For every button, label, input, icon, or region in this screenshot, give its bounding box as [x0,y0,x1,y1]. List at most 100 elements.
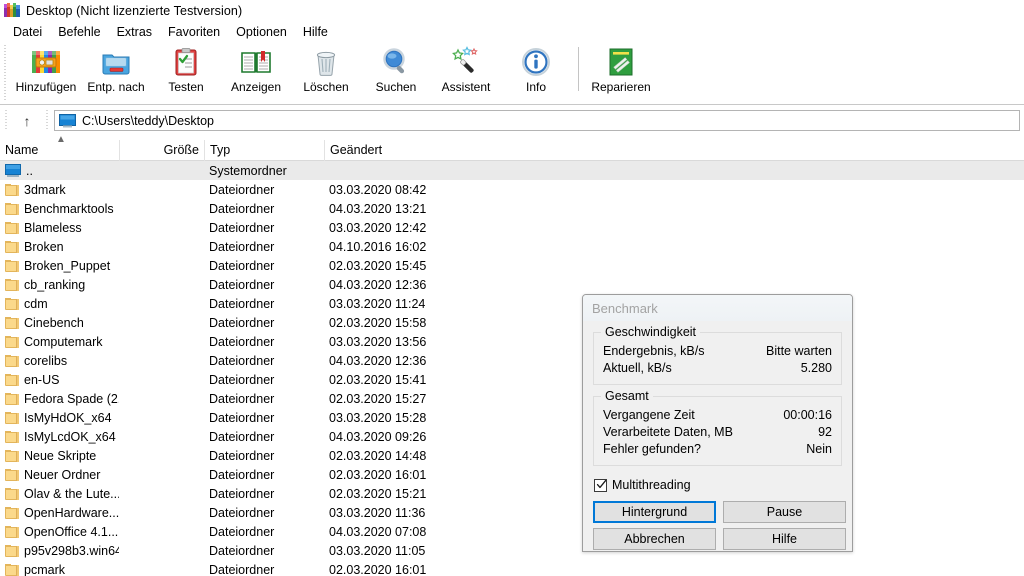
table-row[interactable]: Olav & the Lute... Dateiordner 02.03.2020 … [0,484,1024,503]
pause-button[interactable]: Pause [723,501,846,523]
table-row[interactable]: .. Systemordner [0,161,1024,180]
table-row[interactable]: 3dmark Dateiordner 03.03.2020 08:42 [0,180,1024,199]
speed-group-legend: Geschwindigkeit [601,325,701,339]
menu-item-hilfe[interactable]: Hilfe [295,23,336,41]
info-circle-icon [520,46,552,78]
toolbar-button-loeschen[interactable]: Löschen [291,42,361,100]
toolbar-button-anzeigen[interactable]: Anzeigen [221,42,291,100]
toolbar-grip[interactable] [2,45,9,101]
folder-icon [5,487,19,500]
table-row[interactable]: IsMyHdOK_x64 Dateiordner 03.03.2020 15:28 [0,408,1024,427]
menu-item-favoriten[interactable]: Favoriten [160,23,228,41]
wizard-wand-icon [450,46,482,78]
table-row[interactable]: OpenOffice 4.1.... Dateiordner 04.03.2020 … [0,522,1024,541]
table-row[interactable]: Computemark Dateiordner 03.03.2020 13:56 [0,332,1024,351]
cell-name: Neuer Ordner [0,468,119,482]
dialog-title-bar[interactable]: Benchmark [583,295,852,321]
toolbar-button-hinzufuegen[interactable]: Hinzufügen [11,42,81,100]
cell-type: Dateiordner [209,277,275,292]
file-name-text: cdm [24,296,48,311]
file-name-text: en-US [24,372,60,387]
table-row[interactable]: Neue Skripte Dateiordner 02.03.2020 14:48 [0,446,1024,465]
table-row[interactable]: cb_ranking Dateiordner 04.03.2020 12:36 [0,275,1024,294]
file-list-header: Name ▲ Größe Typ Geändert [0,134,1024,161]
folder-icon [5,297,19,310]
toolbar-label: Entp. nach [87,80,145,94]
folder-icon [5,373,19,386]
table-row[interactable]: corelibs Dateiordner 04.03.2020 12:36 [0,351,1024,370]
toolbar-button-assistent[interactable]: Assistent [431,42,501,100]
cell-type: Dateiordner [209,182,275,197]
up-arrow-icon: ↑ [23,112,31,129]
table-row[interactable]: Cinebench Dateiordner 02.03.2020 15:58 [0,313,1024,332]
column-header-type[interactable]: Typ [204,139,324,161]
table-row[interactable]: Broken Dateiordner 04.10.2016 16:02 [0,237,1024,256]
table-row[interactable]: en-US Dateiordner 02.03.2020 15:41 [0,370,1024,389]
table-row[interactable]: p95v298b3.win64 Dateiordner 03.03.2020 11:… [0,541,1024,560]
folder-icon [5,316,19,329]
table-row[interactable]: OpenHardware... Dateiordner 03.03.2020 11:… [0,503,1024,522]
cell-type: Dateiordner [209,239,275,254]
multithreading-checkbox-row[interactable]: Multithreading [594,478,842,492]
help-button[interactable]: Hilfe [723,528,846,550]
table-row[interactable]: cdm Dateiordner 03.03.2020 11:24 [0,294,1024,313]
column-header-modified[interactable]: Geändert [324,139,1024,161]
toolbar-button-suchen[interactable]: Suchen [361,42,431,100]
toolbar-button-info[interactable]: Info [501,42,571,100]
folder-icon [5,259,19,272]
file-list[interactable]: .. Systemordner 3dmark Dateiordner 03.03.202… [0,161,1024,576]
cancel-button[interactable]: Abbrechen [593,528,716,550]
menu-bar: Datei Befehle Extras Favoriten Optionen … [0,21,1024,42]
file-name-text: corelibs [24,353,68,368]
cell-type: Dateiordner [209,505,275,520]
window-title: Desktop (Nicht lizenzierte Testversion) [26,3,243,18]
folder-icon [5,449,19,462]
elapsed-time-label: Vergangene Zeit [603,408,695,422]
file-name-text: Fedora Spade (2... [24,391,119,406]
menu-item-datei[interactable]: Datei [5,23,50,41]
file-name-text: Broken [24,239,64,254]
table-row[interactable]: Broken_Puppet Dateiordner 02.03.2020 15:45 [0,256,1024,275]
folder-icon [5,354,19,367]
elapsed-time-row: Vergangene Zeit 00:00:16 [603,407,832,424]
cell-modified: 02.03.2020 15:45 [329,258,427,273]
delete-trash-icon [310,46,342,78]
add-to-archive-icon [30,46,62,78]
table-row[interactable]: IsMyLcdOK_x64 Dateiordner 04.03.2020 09:26 [0,427,1024,446]
table-row[interactable]: Fedora Spade (2... Dateiordner 02.03.2020 … [0,389,1024,408]
toolbar-button-testen[interactable]: Testen [151,42,221,100]
table-row[interactable]: Benchmarktools Dateiordner 04.03.2020 13:2… [0,199,1024,218]
menu-item-extras[interactable]: Extras [109,23,160,41]
file-name-text: .. [26,163,33,178]
column-header-name[interactable]: Name ▲ [0,134,119,161]
folder-icon [5,221,19,234]
column-header-size[interactable]: Größe [119,139,204,161]
view-book-icon [240,46,272,78]
toolbar-button-reparieren[interactable]: Reparieren [586,42,656,100]
cell-modified: 02.03.2020 16:01 [329,562,427,576]
menu-item-optionen[interactable]: Optionen [228,23,295,41]
toolbar-label: Löschen [303,80,349,94]
table-row[interactable]: Blameless Dateiordner 03.03.2020 12:42 [0,218,1024,237]
cell-type: Dateiordner [209,524,275,539]
winrar-books-icon [4,3,20,18]
cell-type: Dateiordner [209,201,275,216]
path-combobox[interactable]: C:\Users\teddy\Desktop [54,110,1020,131]
checkmark-icon [596,479,607,488]
table-row[interactable]: Neuer Ordner Dateiordner 02.03.2020 16:01 [0,465,1024,484]
menu-item-befehle[interactable]: Befehle [50,23,108,41]
table-row[interactable]: pcmark Dateiordner 02.03.2020 16:01 [0,560,1024,576]
address-bar-grip[interactable] [3,110,10,131]
path-text: C:\Users\teddy\Desktop [82,113,214,128]
cell-type: Dateiordner [209,410,275,425]
toolbar-label: Reparieren [591,80,651,94]
up-one-level-button[interactable]: ↑ [13,110,41,132]
folder-icon [5,430,19,443]
file-name-text: IsMyLcdOK_x64 [24,429,116,444]
multithreading-checkbox[interactable] [594,478,607,492]
toolbar-button-entpacken-nach[interactable]: Entp. nach [81,42,151,100]
address-field-grip[interactable] [44,110,51,131]
cell-name: Benchmarktools [0,202,119,216]
background-button[interactable]: Hintergrund [593,501,716,523]
cell-modified: 04.10.2016 16:02 [329,239,427,254]
